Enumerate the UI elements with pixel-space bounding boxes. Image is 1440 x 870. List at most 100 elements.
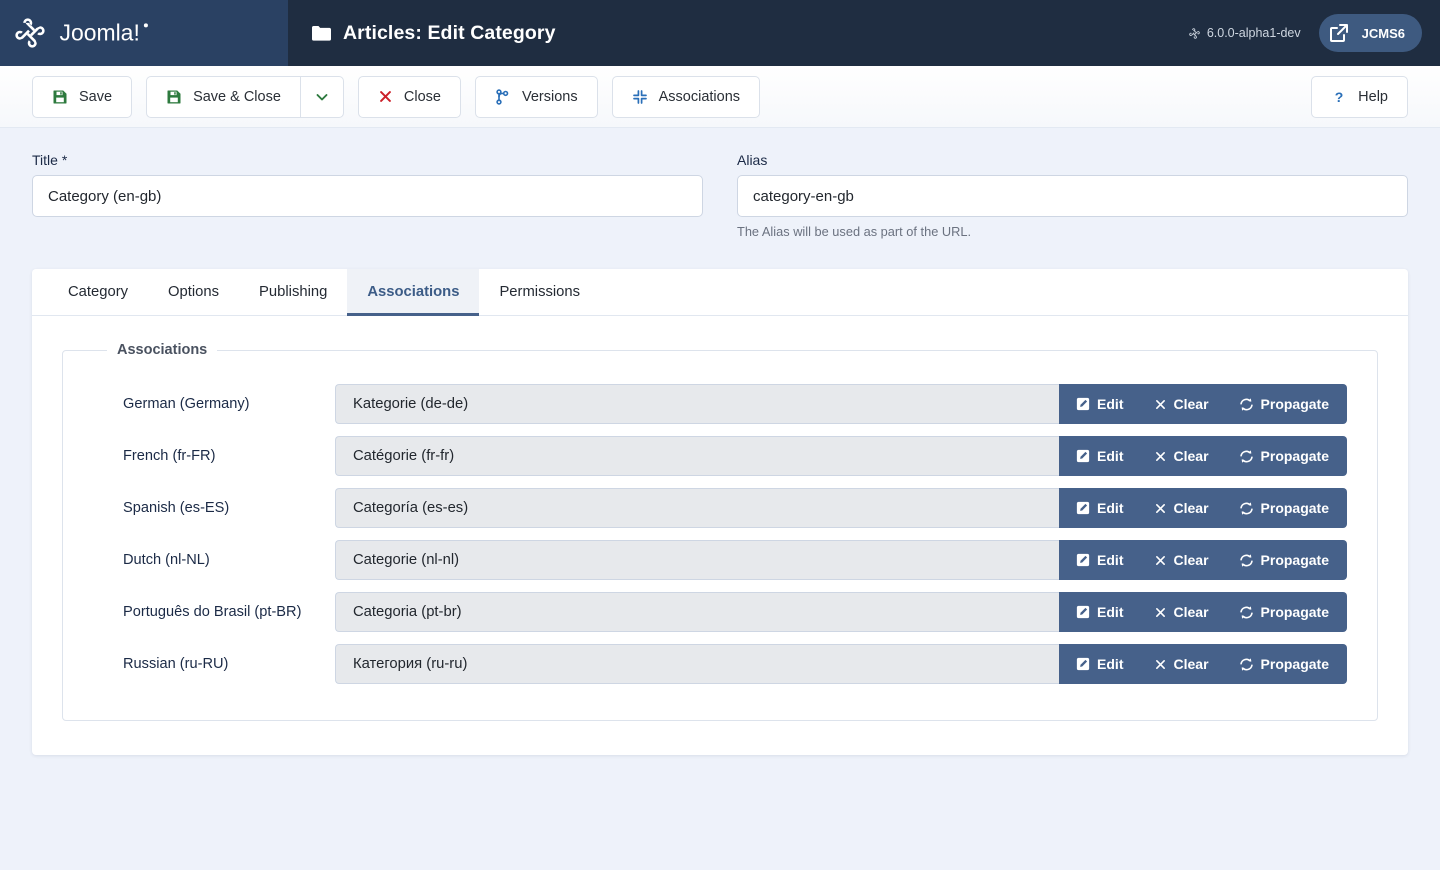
association-clear-button[interactable]: Clear xyxy=(1139,644,1224,684)
svg-text:Joomla!: Joomla! xyxy=(60,20,140,45)
tab-category[interactable]: Category xyxy=(48,269,148,316)
title-input[interactable] xyxy=(32,175,703,217)
close-icon xyxy=(1154,554,1167,567)
close-icon xyxy=(1154,658,1167,671)
association-button-group: Edit Clear Propagate xyxy=(1059,644,1347,684)
title-label: Title * xyxy=(32,152,68,168)
tab-options[interactable]: Options xyxy=(148,269,239,316)
association-propagate-label: Propagate xyxy=(1260,396,1329,412)
association-language-label: Português do Brasil (pt-BR) xyxy=(123,604,302,620)
association-clear-button[interactable]: Clear xyxy=(1139,436,1224,476)
association-control: Edit Clear xyxy=(335,436,1347,476)
association-clear-label: Clear xyxy=(1173,448,1209,464)
visit-site-button[interactable]: JCMS6 xyxy=(1318,14,1422,52)
association-value-input[interactable] xyxy=(335,488,1060,528)
association-value-input[interactable] xyxy=(335,592,1060,632)
sync-icon xyxy=(1239,657,1254,672)
association-clear-button[interactable]: Clear xyxy=(1139,592,1224,632)
association-value-input[interactable] xyxy=(335,436,1060,476)
help-label: Help xyxy=(1358,88,1388,105)
main-content: Title * Alias The Alias will be used as … xyxy=(0,128,1440,755)
title-alias-row: Title * Alias The Alias will be used as … xyxy=(32,128,1408,239)
editor-toolbar: Save Save & Close Close Versions Associa… xyxy=(0,66,1440,128)
association-control: Edit Clear xyxy=(335,488,1347,528)
association-propagate-button[interactable]: Propagate xyxy=(1224,592,1347,632)
close-icon xyxy=(1154,450,1167,463)
association-edit-label: Edit xyxy=(1097,552,1124,568)
association-propagate-button[interactable]: Propagate xyxy=(1224,644,1347,684)
association-propagate-label: Propagate xyxy=(1260,656,1329,672)
joomla-small-icon xyxy=(1188,27,1201,40)
association-propagate-button[interactable]: Propagate xyxy=(1224,436,1347,476)
page-title-group: Articles: Edit Category xyxy=(312,22,556,45)
save-button[interactable]: Save xyxy=(32,75,133,118)
association-control: Edit Clear xyxy=(335,644,1347,684)
association-edit-label: Edit xyxy=(1097,604,1124,620)
association-propagate-label: Propagate xyxy=(1260,552,1329,568)
edit-icon xyxy=(1076,397,1090,411)
sync-icon xyxy=(1239,449,1254,464)
edit-icon xyxy=(1076,605,1090,619)
association-row: Russian (ru-RU) Ed xyxy=(93,638,1347,690)
app-header: Joomla! Articles: Edit Category 6.0.0-al… xyxy=(0,0,1440,66)
header-bar: Articles: Edit Category 6.0.0-alpha1-dev xyxy=(288,0,1440,66)
association-value-input[interactable] xyxy=(335,540,1060,580)
association-row: Spanish (es-ES) Ed xyxy=(93,482,1347,534)
association-row: Português do Brasil (pt-BR) Categoria (p… xyxy=(93,586,1347,638)
association-clear-button[interactable]: Clear xyxy=(1139,384,1224,424)
sync-icon xyxy=(1239,605,1254,620)
associations-label: Associations xyxy=(658,88,741,105)
association-clear-label: Clear xyxy=(1173,656,1209,672)
svg-text:?: ? xyxy=(1335,89,1344,105)
association-clear-button[interactable]: Clear xyxy=(1139,488,1224,528)
associations-legend: Associations xyxy=(117,342,208,358)
association-edit-button[interactable]: Edit xyxy=(1059,436,1138,476)
save-icon xyxy=(166,89,182,105)
association-clear-button[interactable]: Clear xyxy=(1139,540,1224,580)
association-control: Edit Clear xyxy=(335,384,1347,424)
editor-card: Category Options Publishing Associations… xyxy=(32,269,1408,755)
tab-permissions[interactable]: Permissions xyxy=(479,269,600,316)
folder-icon xyxy=(312,25,331,41)
title-field-group: Title * xyxy=(32,152,703,239)
tab-publishing[interactable]: Publishing xyxy=(239,269,347,316)
association-propagate-label: Propagate xyxy=(1260,500,1329,516)
association-edit-button[interactable]: Edit xyxy=(1059,384,1138,424)
edit-icon xyxy=(1076,449,1090,463)
header-brand-area: Joomla! xyxy=(0,0,288,66)
association-value-input[interactable] xyxy=(335,644,1060,684)
association-edit-label: Edit xyxy=(1097,500,1124,516)
association-language-label: German (Germany) xyxy=(123,396,250,412)
versions-button[interactable]: Versions xyxy=(475,75,598,118)
save-options-dropdown-toggle[interactable] xyxy=(299,75,344,118)
save-and-close-button[interactable]: Save & Close xyxy=(146,75,300,118)
joomla-logo-link[interactable]: Joomla! xyxy=(12,15,197,51)
sync-icon xyxy=(1239,501,1254,516)
association-language-label: Spanish (es-ES) xyxy=(123,500,230,516)
association-language-label: French (fr-FR) xyxy=(123,448,216,464)
help-button[interactable]: ? Help xyxy=(1311,75,1408,118)
toolbar-left-group: Save Save & Close Close Versions Associa… xyxy=(32,75,761,118)
joomla-wordmark-icon: Joomla! xyxy=(57,20,197,47)
association-propagate-button[interactable]: Propagate xyxy=(1224,384,1347,424)
association-language-label: Russian (ru-RU) xyxy=(123,656,229,672)
association-value-input[interactable] xyxy=(335,384,1060,424)
close-label: Close xyxy=(403,88,441,105)
association-edit-button[interactable]: Edit xyxy=(1059,592,1138,632)
tab-associations[interactable]: Associations xyxy=(347,269,480,316)
association-propagate-button[interactable]: Propagate xyxy=(1224,540,1347,580)
joomla-logo-icon xyxy=(12,15,48,51)
association-clear-label: Clear xyxy=(1173,500,1209,516)
save-icon xyxy=(52,89,68,105)
association-button-group: Edit Clear Propagate xyxy=(1059,540,1347,580)
association-clear-label: Clear xyxy=(1173,552,1209,568)
close-button[interactable]: Close xyxy=(357,75,461,118)
associations-button[interactable]: Associations xyxy=(611,75,761,118)
association-edit-button[interactable]: Edit xyxy=(1059,540,1138,580)
association-edit-button[interactable]: Edit xyxy=(1059,644,1138,684)
alias-input[interactable] xyxy=(737,175,1408,217)
versions-label: Versions xyxy=(522,88,578,105)
visit-site-label: JCMS6 xyxy=(1361,25,1405,41)
association-edit-button[interactable]: Edit xyxy=(1059,488,1138,528)
association-propagate-button[interactable]: Propagate xyxy=(1224,488,1347,528)
